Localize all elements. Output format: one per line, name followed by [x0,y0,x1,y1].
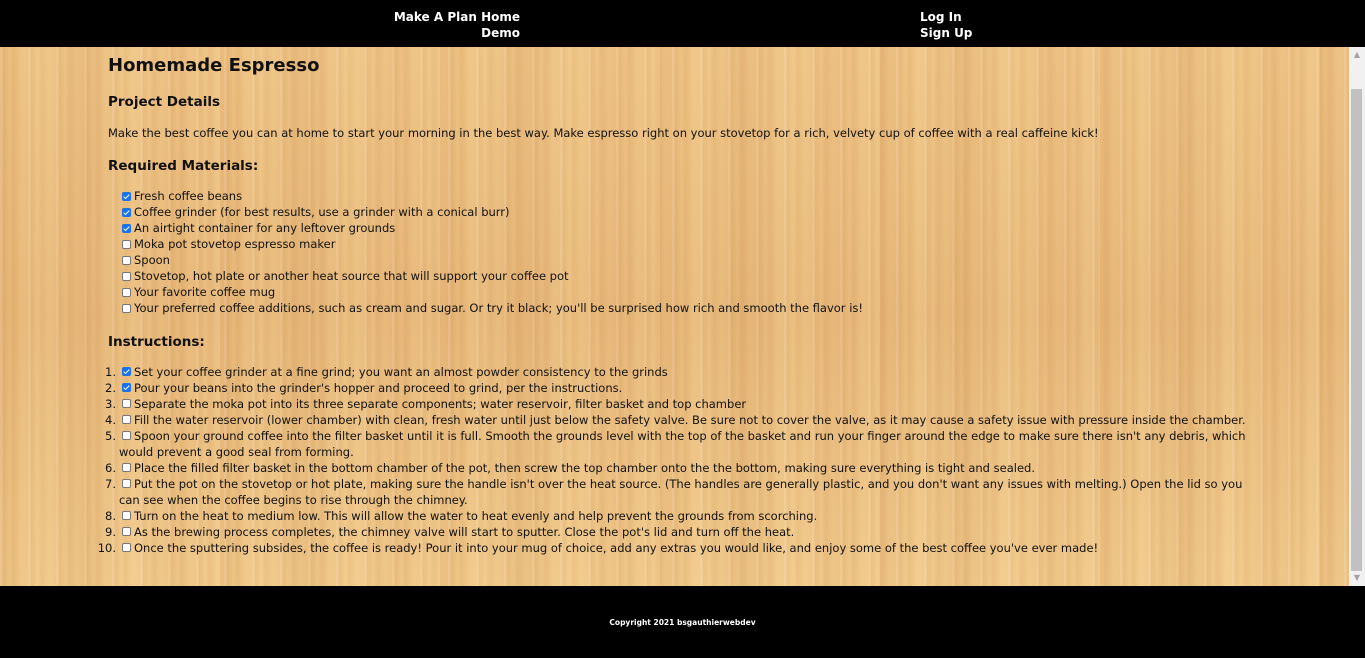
material-checkbox[interactable] [122,207,131,217]
instruction-item: 8. Turn on the heat to medium low. This w… [105,508,1248,524]
material-item: Moka pot stovetop espresso maker [121,236,1248,252]
instruction-number: 8. [105,509,116,523]
instruction-text: Place the filled filter basket in the bo… [134,461,1035,475]
instruction-item: 7. Put the pot on the stovetop or hot pla… [105,476,1248,508]
material-checkbox[interactable] [122,255,131,265]
nav-login-link[interactable]: Log In [920,9,972,25]
instruction-item: 10. Once the sputtering subsides, the cof… [98,540,1248,556]
material-item: Your preferred coffee additions, such as… [121,300,1248,316]
scroll-up-arrow-icon[interactable]: ▲ [1349,47,1365,63]
materials-list: Fresh coffee beans Coffee grinder (for be… [108,188,1248,316]
instruction-text: Separate the moka pot into its three sep… [134,397,747,411]
nav-left-group: Make A Plan Home Demo [380,9,520,41]
instruction-checkbox[interactable] [122,367,131,376]
instruction-checkbox[interactable] [122,383,131,392]
copyright-text: Copyright 2021 bsgauthierwebdev [609,618,756,627]
instruction-text: Spoon your ground coffee into the filter… [119,429,1246,459]
instruction-item: 9. As the brewing process completes, the … [105,524,1248,540]
instructions-list: 1. Set your coffee grinder at a fine grin… [98,364,1248,556]
material-checkbox[interactable] [122,303,131,313]
material-checkbox[interactable] [122,191,131,201]
instruction-number: 6. [105,461,116,475]
instruction-item: 6. Place the filled filter basket in the … [105,460,1248,476]
instruction-checkbox[interactable] [122,399,131,408]
main-content: Homemade Espresso Project Details Make t… [98,47,1248,556]
materials-heading: Required Materials: [108,158,259,174]
scroll-down-arrow-icon[interactable]: ▼ [1349,570,1365,586]
nav-right-group: Log In Sign Up [920,9,972,41]
instruction-text: As the brewing process completes, the ch… [134,525,795,539]
instruction-checkbox[interactable] [122,431,131,440]
page-title: Homemade Espresso [108,55,320,76]
instruction-number: 7. [105,477,116,491]
instruction-text: Pour your beans into the grinder's hoppe… [134,381,623,395]
material-checkbox[interactable] [122,287,131,297]
nav-signup-link[interactable]: Sign Up [920,25,972,41]
instruction-item: 4. Fill the water reservoir (lower chambe… [105,412,1248,428]
instruction-number: 2. [105,381,116,395]
instruction-checkbox[interactable] [122,543,131,552]
instruction-text: Turn on the heat to medium low. This wil… [134,509,818,523]
material-label: Moka pot stovetop espresso maker [134,237,336,251]
material-item: Stovetop, hot plate or another heat sour… [121,268,1248,284]
instruction-checkbox[interactable] [122,527,131,536]
material-label: Spoon [134,253,170,267]
instruction-item: 1. Set your coffee grinder at a fine grin… [105,364,1248,380]
instruction-checkbox[interactable] [122,511,131,520]
material-label: An airtight container for any leftover g… [134,221,396,235]
material-label: Your preferred coffee additions, such as… [134,301,863,315]
instruction-text: Put the pot on the stovetop or hot plate… [119,477,1243,507]
material-label: Coffee grinder (for best results, use a … [134,205,510,219]
instruction-checkbox[interactable] [122,415,131,424]
material-label: Fresh coffee beans [134,189,243,203]
material-item: Spoon [121,252,1248,268]
top-navbar: Make A Plan Home Demo Log In Sign Up [0,0,1365,47]
material-item: Your favorite coffee mug [121,284,1248,300]
material-checkbox[interactable] [122,271,131,281]
instruction-number: 5. [105,429,116,443]
instruction-checkbox[interactable] [122,463,131,472]
nav-demo-link[interactable]: Demo [380,25,520,41]
project-details-heading: Project Details [108,94,220,110]
scrollbar[interactable]: ▲ ▼ [1349,47,1365,586]
instruction-text: Fill the water reservoir (lower chamber)… [134,413,1246,427]
instruction-number: 4. [105,413,116,427]
instruction-item: 5. Spoon your ground coffee into the filt… [105,428,1248,460]
instruction-number: 9. [105,525,116,539]
material-item: Coffee grinder (for best results, use a … [121,204,1248,220]
instruction-number: 1. [105,365,116,379]
footer: Copyright 2021 bsgauthierwebdev [0,586,1365,658]
scroll-thumb[interactable] [1351,89,1362,571]
instruction-checkbox[interactable] [122,479,131,488]
instructions-heading: Instructions: [108,334,205,350]
material-label: Stovetop, hot plate or another heat sour… [134,269,569,283]
instruction-text: Set your coffee grinder at a fine grind;… [134,365,668,379]
material-label: Your favorite coffee mug [134,285,276,299]
project-details-text: Make the best coffee you can at home to … [108,126,1099,140]
material-item: An airtight container for any leftover g… [121,220,1248,236]
instruction-text: Once the sputtering subsides, the coffee… [134,541,1099,555]
material-item: Fresh coffee beans [121,188,1248,204]
instruction-item: 2. Pour your beans into the grinder's hop… [105,380,1248,396]
instruction-number: 3. [105,397,116,411]
material-checkbox[interactable] [122,223,131,233]
material-checkbox[interactable] [122,239,131,249]
instruction-item: 3. Separate the moka pot into its three s… [105,396,1248,412]
instruction-number: 10. [97,541,116,555]
nav-home-link[interactable]: Make A Plan Home [380,9,520,25]
